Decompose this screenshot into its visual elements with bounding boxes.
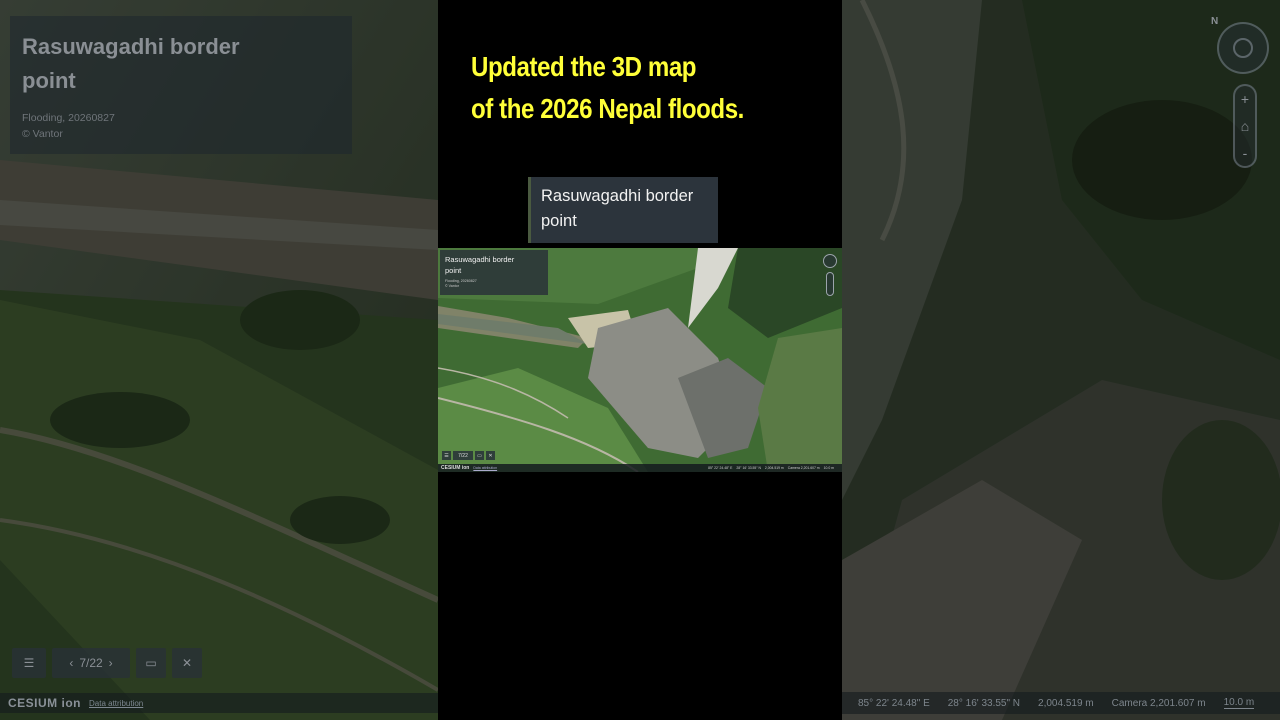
compass-icon [1233,38,1253,58]
scale-readout: 10.0 m [1223,697,1255,709]
camera-readout: Camera 2,201.607 m [1111,697,1206,709]
page-indicator: 7/22 [79,656,103,670]
close-button[interactable]: ✕ [172,648,202,678]
compass-north-label: N [1211,16,1219,27]
cesium-logo: CESIUM ion [8,696,81,710]
reset-view-icon[interactable]: ⌂ [1241,118,1249,134]
data-attribution-link[interactable]: Data attribution [89,699,143,708]
present-button[interactable]: ▭ [136,648,166,678]
compass-control[interactable]: N [1211,16,1269,74]
status-bar: 85° 22' 24.48" E 28° 16' 33.55" N 2,004.… [842,692,1280,714]
zoomed-story-card: Rasuwagadhi border point [528,177,718,243]
mini-story-credit: © Vantor [445,284,459,288]
mini-page-indicator: 7/22 [453,451,473,460]
list-button[interactable]: ☰ [12,648,46,678]
mini-scale: 10.0 m [823,466,834,470]
mini-close-icon: ✕ [486,451,495,460]
story-credit: © Vantor [22,128,63,140]
story-title: Rasuwagadhi border point [22,34,240,93]
headline: Updated the 3D map of the 2026 Nepal flo… [471,46,744,130]
mini-longitude: 85° 22' 24.48" E [708,466,733,470]
close-icon: ✕ [181,656,193,670]
zoom-control: + ⌂ - [1233,84,1257,168]
monitor-icon: ▭ [145,656,157,670]
elevation-readout: 2,004.519 m [1038,697,1094,709]
story-subtitle: Flooding, 20260827 © Vantor [22,110,340,142]
mini-story-card: Rasuwagadhi border point Flooding, 20260… [440,250,548,295]
right-background-map: N + ⌂ - 85° 22' 24.48" E 28° 16' 33.55" … [842,0,1280,720]
mini-status-bar: CESIUM ion Data attribution 85° 22' 24.4… [438,464,842,472]
mini-compass-icon [823,254,837,268]
zoom-out-button[interactable]: - [1243,145,1248,161]
map-screenshot: Rasuwagadhi border point Flooding, 20260… [438,248,842,472]
latitude-readout: 28° 16' 33.55" N [947,697,1021,709]
headline-line-2: of the 2026 Nepal floods. [471,93,744,124]
mini-elevation: 2,004.519 m [764,466,784,470]
footer-bar: CESIUM ion Data attribution [0,693,438,713]
story-card-background: Rasuwagadhi border point Flooding, 20260… [10,16,352,154]
mini-story-sub: Flooding, 20260827 © Vantor [445,279,543,289]
story-date: Flooding, 20260827 [22,112,115,124]
zoomed-story-title: Rasuwagadhi border point [541,187,694,230]
story-navigation: ☰ ‹ 7/22 › ▭ ✕ [12,648,202,678]
left-background-map: Rasuwagadhi border point Flooding, 20260… [0,0,438,720]
mini-story-navigation: ☰ 7/22 ▭ ✕ [442,451,495,460]
mini-zoom-control [826,272,834,296]
mini-camera: Camera 2,201.607 m [787,466,820,470]
mini-monitor-icon: ▭ [475,451,484,460]
mini-story-title: Rasuwagadhi border point [445,255,515,275]
zoom-in-button[interactable]: + [1241,91,1249,107]
mini-list-icon: ☰ [442,451,451,460]
list-icon: ☰ [23,656,35,670]
video-center-column: Updated the 3D map of the 2026 Nepal flo… [438,0,842,720]
chevron-left-icon[interactable]: ‹ [69,656,73,670]
chevron-right-icon[interactable]: › [109,656,113,670]
mini-attribution: Data attribution [473,466,498,470]
headline-line-1: Updated the 3D map [471,51,697,82]
page-control: ‹ 7/22 › [52,648,130,678]
longitude-readout: 85° 22' 24.48" E [858,697,930,709]
mini-cesium-logo: CESIUM ion [441,465,470,471]
mini-latitude: 28° 16' 33.55" N [736,466,761,470]
